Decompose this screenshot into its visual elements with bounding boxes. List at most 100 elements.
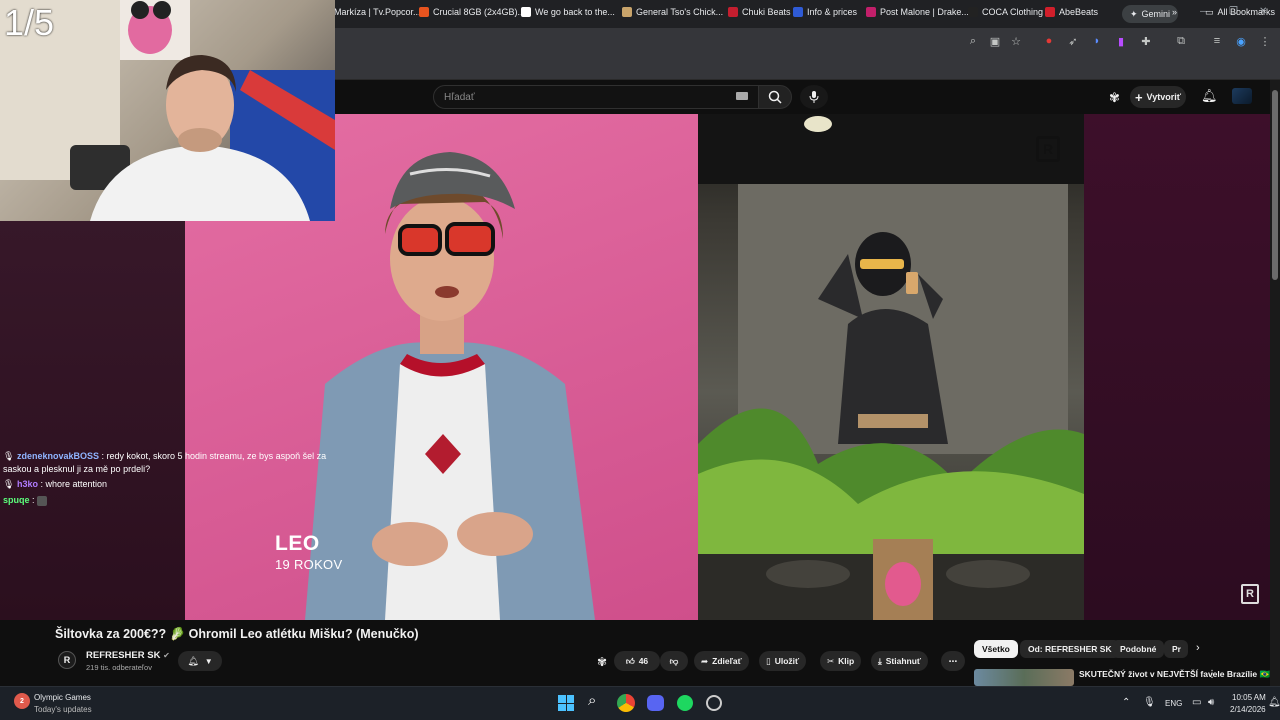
refresher-watermark-logo: R [1036, 136, 1060, 162]
bookmark-label: Markíza | Tv.Popcor... [334, 7, 421, 17]
caption-age: 19 ROKOV [275, 557, 343, 572]
dislike-button[interactable]: 👎︎ [660, 651, 688, 671]
news-widget-title[interactable]: Olympic Games [34, 693, 91, 702]
bookmark-favicon-icon [968, 7, 978, 17]
like-button[interactable]: 👍︎ 46 [614, 651, 660, 671]
video-side-panel-right [1084, 114, 1270, 620]
channel-avatar[interactable]: R [58, 651, 76, 669]
stream-counter: 1/5 [4, 2, 55, 43]
star-icon[interactable]: ☆ [1009, 34, 1023, 48]
spotify-icon[interactable] [677, 695, 693, 711]
reading-list-icon[interactable]: ≡ [1210, 34, 1224, 48]
more-actions-button[interactable]: ⋯ [941, 651, 965, 671]
bookmark-label: Info & prices [807, 7, 858, 17]
chat-username: spuqe [3, 495, 30, 505]
save-button[interactable]: ▯ Uložiť [759, 651, 807, 671]
channel-watermark-logo[interactable]: R [1241, 584, 1259, 604]
bookmark-favicon-icon [793, 7, 803, 17]
bookmark-favicon-icon [866, 7, 876, 17]
bell-icon: 🔔︎ [187, 655, 199, 666]
create-button[interactable]: + Vytvoriť [1130, 86, 1186, 108]
tray-clock-date[interactable]: 2/14/2026 [1230, 705, 1266, 714]
extension-bird-icon[interactable]: ➶ [1066, 34, 1080, 48]
extension-wave-icon[interactable]: ◗ [1090, 34, 1104, 48]
discord-icon[interactable] [647, 695, 664, 711]
bookmark-item[interactable]: Info & prices [793, 4, 857, 20]
chevron-right-icon[interactable]: › [1196, 642, 1200, 654]
refresher-action-icon[interactable]: ✾ [597, 655, 607, 669]
tray-clock-time[interactable]: 10:05 AM [1232, 693, 1266, 702]
bookmark-item[interactable]: Chuki Beats [728, 4, 791, 20]
tray-language[interactable]: ENG [1165, 699, 1182, 708]
streamer-webcam: 1/5 [0, 0, 335, 221]
bookmark-item[interactable]: General Tso's Chick... [622, 4, 723, 20]
taskbar-search-icon[interactable]: ⌕ [588, 692, 596, 709]
tab-search-icon[interactable]: ⧉ [1174, 34, 1188, 48]
windows-taskbar [0, 686, 1280, 720]
scissors-icon: ✂ [827, 655, 835, 666]
chip-all[interactable]: Všetko [974, 640, 1018, 658]
scrollbar-thumb[interactable] [1272, 90, 1278, 280]
bookmark-favicon-icon [728, 7, 738, 17]
more-dots-icon: ⋯ [948, 655, 958, 666]
recommendation-menu-icon[interactable]: ⋮ [1207, 669, 1217, 680]
tray-mic-icon[interactable]: 🎙︎ [1143, 697, 1156, 708]
search-input[interactable]: Hľadať [433, 85, 759, 109]
bookmarks-overflow-icon[interactable]: » [1172, 4, 1177, 20]
folder-icon: ▭ [1205, 6, 1214, 17]
chevron-down-icon: ▼ [204, 656, 213, 666]
chat-message: 🎙︎ zdeneknovakBOSS : redy kokot, skoro 5… [3, 450, 343, 476]
recommendation-thumbnail[interactable] [974, 669, 1074, 686]
chat-badge-icon: 🎙︎ [3, 451, 15, 461]
account-avatar[interactable] [1232, 88, 1252, 104]
chip-more[interactable]: Pr [1164, 640, 1188, 658]
bookmark-item[interactable]: COCA Clothing [968, 4, 1043, 20]
bookmark-item[interactable]: We go back to the... [521, 4, 615, 20]
chat-message: 🎙︎ h3ko : whore attention [3, 478, 107, 491]
chrome-icon[interactable] [617, 694, 635, 712]
all-bookmarks[interactable]: ▭ All Bookmarks [1205, 4, 1275, 20]
subscription-bell-button[interactable]: 🔔︎ ▼ [178, 651, 222, 671]
news-widget-badge[interactable]: 2 [14, 693, 30, 709]
bookmark-item[interactable]: Post Malone | Drake... [866, 4, 969, 20]
share-button[interactable]: ➦ Zdieľať [694, 651, 749, 671]
tray-notification-icon[interactable]: 🔔︎ [1268, 697, 1280, 708]
tray-monitor-icon[interactable]: ▭ [1192, 697, 1201, 708]
bookmark-item[interactable]: Crucial 8GB (2x4GB)... [419, 4, 525, 20]
chip-related[interactable]: Podobné [1112, 640, 1165, 658]
profile-avatar-icon[interactable]: ◉ [1234, 34, 1248, 48]
video-title: Šiltovka za 200€?? 🥬 Ohromil Leo atlétku… [55, 627, 419, 641]
refresher-extension-icon[interactable]: ✾ [1109, 90, 1120, 106]
bookmark-item[interactable]: Markíza | Tv.Popcor... [320, 4, 421, 20]
zoom-icon[interactable]: ⌕ [966, 34, 980, 48]
notifications-bell-icon[interactable]: 🔔︎ [1201, 88, 1218, 104]
extensions-puzzle-icon[interactable]: ✚ [1139, 34, 1153, 48]
tray-volume-icon[interactable]: 🔊︎ [1208, 697, 1214, 708]
menu-dots-icon[interactable]: ⋮ [1258, 34, 1272, 48]
gemini-button[interactable]: ✦ Gemini [1122, 5, 1179, 23]
recommendation-title[interactable]: SKUTEČNÝ život v NEJVĚTŠÍ favele Brazíli… [1079, 669, 1270, 680]
tray-chevron-up-icon[interactable]: ⌃ [1122, 697, 1130, 708]
gemini-label: Gemini [1141, 9, 1171, 19]
bookmark-label: Chuki Beats [742, 7, 791, 17]
extension-record-icon[interactable]: ● [1042, 34, 1056, 48]
channel-name[interactable]: REFRESHER SK ✔ [86, 650, 170, 661]
extension-twitch-icon[interactable]: ▮ [1114, 34, 1128, 48]
chat-emote [37, 495, 48, 506]
bookmark-item[interactable]: AbeBeats [1045, 4, 1098, 20]
sparkle-icon: ✦ [1130, 8, 1138, 19]
cast-icon[interactable]: ▣ [988, 34, 1002, 48]
microphone-icon [809, 91, 819, 103]
windows-start-icon[interactable] [558, 695, 574, 711]
keyboard-icon[interactable] [736, 92, 748, 100]
news-widget-subtitle: Today's updates [34, 705, 92, 714]
mirror-scene [698, 114, 1084, 620]
chip-from-channel[interactable]: Od: REFRESHER SK [1020, 640, 1120, 658]
clip-button[interactable]: ✂ Klip [820, 651, 862, 671]
search-button[interactable] [758, 85, 792, 109]
download-button[interactable]: ⤓ Stiahnuť [871, 651, 929, 671]
voice-search-button[interactable] [800, 85, 828, 109]
obs-icon[interactable] [706, 695, 722, 711]
bookmark-favicon-icon [419, 7, 429, 17]
video-frame-mirror: R [698, 114, 1084, 620]
